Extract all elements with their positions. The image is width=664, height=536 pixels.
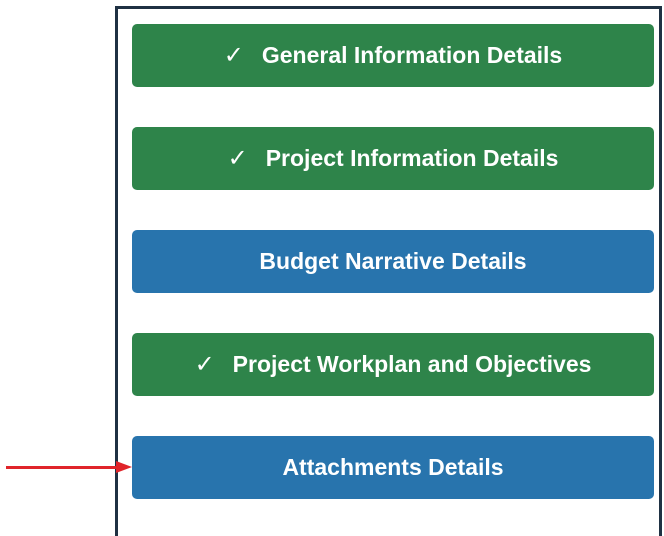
section-label: Attachments Details	[282, 454, 504, 480]
section-label: Project Information Details	[265, 145, 559, 171]
section-label: General Information Details	[261, 42, 563, 68]
arrow-shaft	[6, 466, 118, 469]
project-workplan-and-objectives-button[interactable]: ✓ Project Workplan and Objectives	[132, 333, 654, 396]
checkmark-icon: ✓	[194, 351, 215, 378]
budget-narrative-details-button[interactable]: Budget Narrative Details	[132, 230, 654, 293]
arrow-head	[116, 461, 132, 473]
section-label: Project Workplan and Objectives	[232, 351, 592, 377]
attachments-details-button[interactable]: Attachments Details	[132, 436, 654, 499]
general-information-details-button[interactable]: ✓ General Information Details	[132, 24, 654, 87]
checkmark-icon: ✓	[223, 42, 244, 69]
section-label: Budget Narrative Details	[259, 248, 527, 274]
project-information-details-button[interactable]: ✓ Project Information Details	[132, 127, 654, 190]
checkmark-icon: ✓	[227, 145, 248, 172]
